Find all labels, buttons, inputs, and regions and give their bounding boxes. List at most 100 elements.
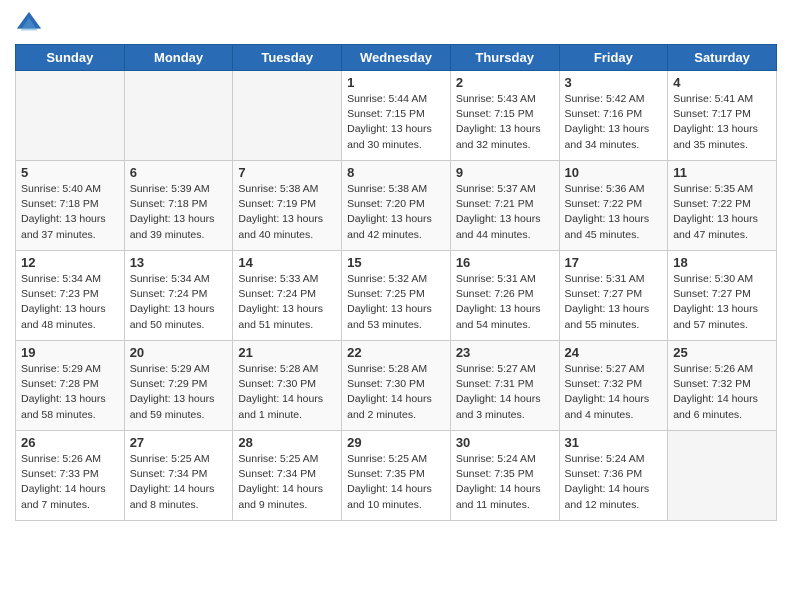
day-number: 27 <box>130 435 228 450</box>
calendar-cell: 29 Sunrise: 5:25 AMSunset: 7:35 PMDayligh… <box>342 431 451 521</box>
calendar-day-header: Tuesday <box>233 45 342 71</box>
day-info: Sunrise: 5:28 AMSunset: 7:30 PMDaylight:… <box>347 362 445 423</box>
calendar-body: 1 Sunrise: 5:44 AMSunset: 7:15 PMDaylight… <box>16 71 777 521</box>
calendar-cell <box>16 71 125 161</box>
calendar-cell <box>233 71 342 161</box>
calendar-week-row: 12 Sunrise: 5:34 AMSunset: 7:23 PMDayligh… <box>16 251 777 341</box>
day-number: 31 <box>565 435 663 450</box>
calendar-day-header: Saturday <box>668 45 777 71</box>
calendar-cell: 27 Sunrise: 5:25 AMSunset: 7:34 PMDayligh… <box>124 431 233 521</box>
calendar-cell: 23 Sunrise: 5:27 AMSunset: 7:31 PMDayligh… <box>450 341 559 431</box>
day-number: 16 <box>456 255 554 270</box>
logo-icon <box>15 10 43 38</box>
calendar-cell: 4 Sunrise: 5:41 AMSunset: 7:17 PMDaylight… <box>668 71 777 161</box>
calendar-day-header: Thursday <box>450 45 559 71</box>
calendar-cell: 18Sunrise: 5:30 AMSunset: 7:27 PMDayligh… <box>668 251 777 341</box>
calendar-cell: 7 Sunrise: 5:38 AMSunset: 7:19 PMDaylight… <box>233 161 342 251</box>
calendar-cell: 20 Sunrise: 5:29 AMSunset: 7:29 PMDayligh… <box>124 341 233 431</box>
day-info: Sunrise: 5:26 AMSunset: 7:33 PMDaylight:… <box>21 452 119 513</box>
calendar-header-row: SundayMondayTuesdayWednesdayThursdayFrid… <box>16 45 777 71</box>
day-number: 14 <box>238 255 336 270</box>
day-info: Sunrise: 5:36 AMSunset: 7:22 PMDaylight:… <box>565 182 663 243</box>
day-info: Sunrise: 5:33 AMSunset: 7:24 PMDaylight:… <box>238 272 336 333</box>
day-number: 25 <box>673 345 771 360</box>
day-info: Sunrise: 5:25 AMSunset: 7:35 PMDaylight:… <box>347 452 445 513</box>
calendar-week-row: 26 Sunrise: 5:26 AMSunset: 7:33 PMDayligh… <box>16 431 777 521</box>
day-number: 24 <box>565 345 663 360</box>
day-info: Sunrise: 5:26 AMSunset: 7:32 PMDaylight:… <box>673 362 771 423</box>
calendar-cell: 19 Sunrise: 5:29 AMSunset: 7:28 PMDayligh… <box>16 341 125 431</box>
day-info: Sunrise: 5:25 AMSunset: 7:34 PMDaylight:… <box>238 452 336 513</box>
calendar-cell: 3 Sunrise: 5:42 AMSunset: 7:16 PMDaylight… <box>559 71 668 161</box>
calendar-cell: 28Sunrise: 5:25 AMSunset: 7:34 PMDayligh… <box>233 431 342 521</box>
day-number: 1 <box>347 75 445 90</box>
calendar-cell: 26 Sunrise: 5:26 AMSunset: 7:33 PMDayligh… <box>16 431 125 521</box>
day-number: 23 <box>456 345 554 360</box>
calendar-cell <box>124 71 233 161</box>
calendar-cell: 25 Sunrise: 5:26 AMSunset: 7:32 PMDayligh… <box>668 341 777 431</box>
calendar-cell: 9 Sunrise: 5:37 AMSunset: 7:21 PMDaylight… <box>450 161 559 251</box>
day-info: Sunrise: 5:24 AMSunset: 7:36 PMDaylight:… <box>565 452 663 513</box>
calendar-week-row: 5Sunrise: 5:40 AMSunset: 7:18 PMDaylight… <box>16 161 777 251</box>
calendar-cell <box>668 431 777 521</box>
day-info: Sunrise: 5:27 AMSunset: 7:31 PMDaylight:… <box>456 362 554 423</box>
day-info: Sunrise: 5:43 AMSunset: 7:15 PMDaylight:… <box>456 92 554 153</box>
calendar-cell: 1 Sunrise: 5:44 AMSunset: 7:15 PMDaylight… <box>342 71 451 161</box>
calendar-day-header: Friday <box>559 45 668 71</box>
calendar-cell: 8 Sunrise: 5:38 AMSunset: 7:20 PMDaylight… <box>342 161 451 251</box>
day-number: 9 <box>456 165 554 180</box>
day-number: 8 <box>347 165 445 180</box>
day-info: Sunrise: 5:34 AMSunset: 7:23 PMDaylight:… <box>21 272 119 333</box>
calendar-cell: 14 Sunrise: 5:33 AMSunset: 7:24 PMDayligh… <box>233 251 342 341</box>
day-number: 3 <box>565 75 663 90</box>
calendar-table: SundayMondayTuesdayWednesdayThursdayFrid… <box>15 44 777 521</box>
day-number: 5 <box>21 165 119 180</box>
calendar-cell: 11Sunrise: 5:35 AMSunset: 7:22 PMDayligh… <box>668 161 777 251</box>
page-header <box>15 10 777 38</box>
calendar-cell: 5Sunrise: 5:40 AMSunset: 7:18 PMDaylight… <box>16 161 125 251</box>
calendar-cell: 22 Sunrise: 5:28 AMSunset: 7:30 PMDayligh… <box>342 341 451 431</box>
calendar-cell: 10Sunrise: 5:36 AMSunset: 7:22 PMDayligh… <box>559 161 668 251</box>
day-info: Sunrise: 5:35 AMSunset: 7:22 PMDaylight:… <box>673 182 771 243</box>
day-info: Sunrise: 5:29 AMSunset: 7:28 PMDaylight:… <box>21 362 119 423</box>
day-number: 18 <box>673 255 771 270</box>
calendar-week-row: 19 Sunrise: 5:29 AMSunset: 7:28 PMDayligh… <box>16 341 777 431</box>
day-info: Sunrise: 5:27 AMSunset: 7:32 PMDaylight:… <box>565 362 663 423</box>
day-number: 30 <box>456 435 554 450</box>
logo <box>15 10 47 38</box>
day-number: 17 <box>565 255 663 270</box>
day-number: 4 <box>673 75 771 90</box>
day-info: Sunrise: 5:38 AMSunset: 7:20 PMDaylight:… <box>347 182 445 243</box>
day-number: 20 <box>130 345 228 360</box>
day-number: 7 <box>238 165 336 180</box>
calendar-cell: 15Sunrise: 5:32 AMSunset: 7:25 PMDayligh… <box>342 251 451 341</box>
calendar-cell: 17 Sunrise: 5:31 AMSunset: 7:27 PMDayligh… <box>559 251 668 341</box>
day-info: Sunrise: 5:31 AMSunset: 7:27 PMDaylight:… <box>565 272 663 333</box>
calendar-week-row: 1 Sunrise: 5:44 AMSunset: 7:15 PMDaylight… <box>16 71 777 161</box>
day-number: 2 <box>456 75 554 90</box>
day-number: 22 <box>347 345 445 360</box>
day-info: Sunrise: 5:41 AMSunset: 7:17 PMDaylight:… <box>673 92 771 153</box>
day-number: 26 <box>21 435 119 450</box>
calendar-cell: 30 Sunrise: 5:24 AMSunset: 7:35 PMDayligh… <box>450 431 559 521</box>
day-number: 29 <box>347 435 445 450</box>
day-number: 12 <box>21 255 119 270</box>
day-info: Sunrise: 5:29 AMSunset: 7:29 PMDaylight:… <box>130 362 228 423</box>
day-number: 15 <box>347 255 445 270</box>
calendar-cell: 12 Sunrise: 5:34 AMSunset: 7:23 PMDayligh… <box>16 251 125 341</box>
day-info: Sunrise: 5:31 AMSunset: 7:26 PMDaylight:… <box>456 272 554 333</box>
day-number: 19 <box>21 345 119 360</box>
day-info: Sunrise: 5:38 AMSunset: 7:19 PMDaylight:… <box>238 182 336 243</box>
day-info: Sunrise: 5:25 AMSunset: 7:34 PMDaylight:… <box>130 452 228 513</box>
calendar-cell: 24 Sunrise: 5:27 AMSunset: 7:32 PMDayligh… <box>559 341 668 431</box>
calendar-cell: 13Sunrise: 5:34 AMSunset: 7:24 PMDayligh… <box>124 251 233 341</box>
day-info: Sunrise: 5:42 AMSunset: 7:16 PMDaylight:… <box>565 92 663 153</box>
calendar-cell: 16 Sunrise: 5:31 AMSunset: 7:26 PMDayligh… <box>450 251 559 341</box>
day-info: Sunrise: 5:24 AMSunset: 7:35 PMDaylight:… <box>456 452 554 513</box>
day-info: Sunrise: 5:44 AMSunset: 7:15 PMDaylight:… <box>347 92 445 153</box>
day-number: 21 <box>238 345 336 360</box>
calendar-cell: 21Sunrise: 5:28 AMSunset: 7:30 PMDayligh… <box>233 341 342 431</box>
day-info: Sunrise: 5:37 AMSunset: 7:21 PMDaylight:… <box>456 182 554 243</box>
calendar-day-header: Wednesday <box>342 45 451 71</box>
calendar-cell: 2 Sunrise: 5:43 AMSunset: 7:15 PMDaylight… <box>450 71 559 161</box>
